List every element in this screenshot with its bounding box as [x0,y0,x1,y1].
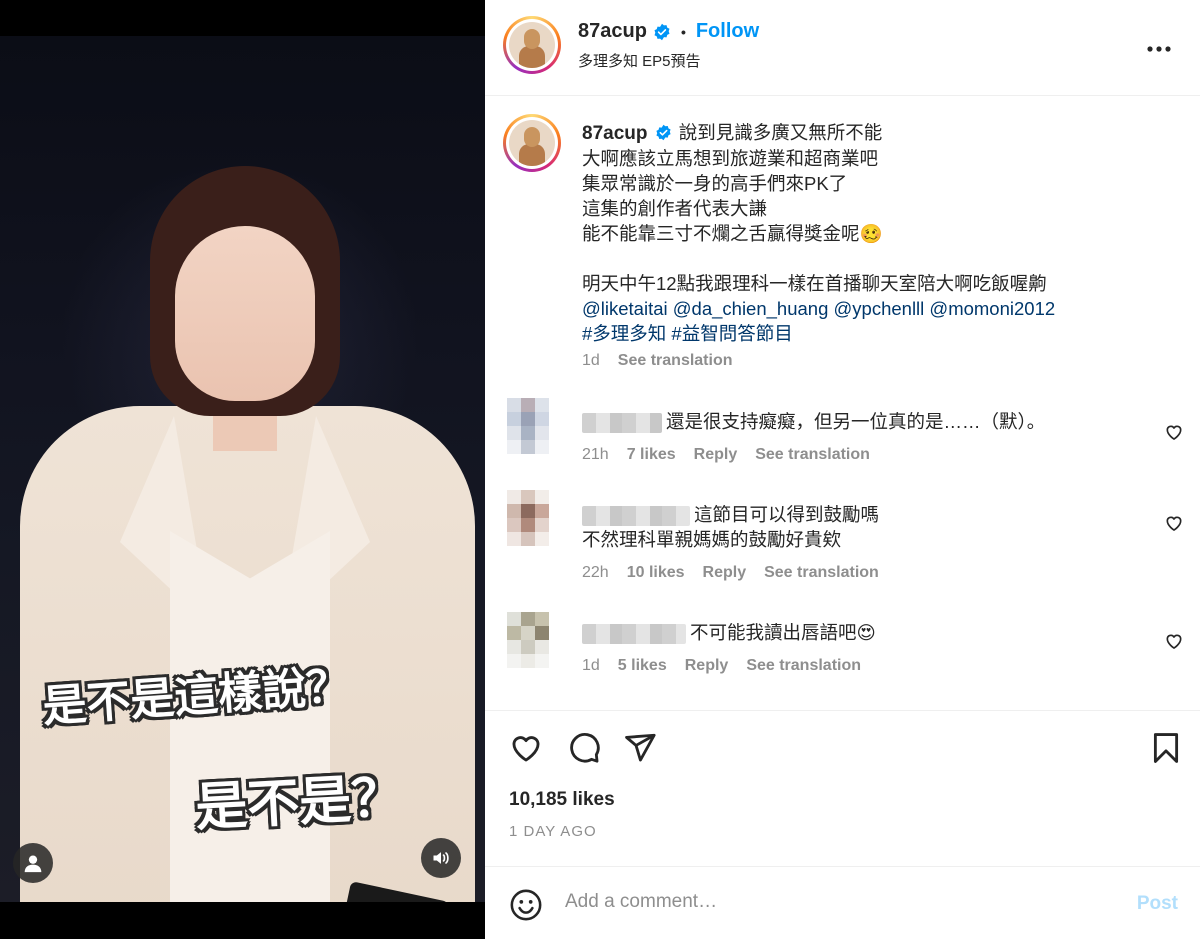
comment-text: 不可能我讀出唇語吧😍 [582,620,876,645]
caption-line-4: 這集的創作者代表大謙 [582,198,768,219]
caption-see-translation[interactable]: See translation [618,352,733,370]
commenter-avatar[interactable] [507,398,553,462]
post-audio-subtitle[interactable]: 多理多知 EP5預告 [578,50,701,71]
comment-like-heart-icon[interactable] [1164,631,1184,651]
speaker-icon [433,852,449,864]
commenter-avatar[interactable] [507,490,553,554]
comment-meta: 22h 10 likes Reply See translation [582,564,879,582]
more-options-button[interactable] [1146,33,1172,59]
caption-line-7: 明天中午12點我跟理科一樣在首播聊天室陪大啊吃飯喔齁 [582,273,1047,294]
author-avatar[interactable] [503,16,561,74]
comment-text: 還是很支持癡癡，但另一位真的是……（默）。 [582,409,1045,434]
comment-meta: 21h 7 likes Reply See translation [582,446,870,464]
comment-time[interactable]: 22h [582,564,609,582]
caption-line-2: 大啊應該立馬想到旅遊業和超商業吧 [582,148,879,169]
avatar-image [509,120,555,166]
commenter-avatar[interactable] [507,612,553,676]
comment-meta: 1d 5 likes Reply See translation [582,657,861,675]
comment-time[interactable]: 1d [582,657,600,675]
comment-input[interactable] [565,891,1085,913]
verified-badge-icon [654,23,670,40]
post-media[interactable]: 是不是這樣說？ 是不是？ [0,0,485,939]
caption-line-1: 說到見識多廣又無所不能 [678,122,883,143]
more-horizontal-icon [1147,46,1171,52]
commenter-username[interactable] [582,624,686,645]
presenter-face [175,226,315,401]
share-paper-plane-icon[interactable] [623,731,657,765]
comment-reply-button[interactable]: Reply [685,657,729,675]
comment-reply-button[interactable]: Reply [694,446,738,464]
audio-toggle-button[interactable] [421,838,461,878]
caption-time[interactable]: 1d [582,352,600,370]
comment-like-heart-icon[interactable] [1164,422,1184,442]
video-subtitle-2: 是不是？ [193,767,405,839]
likes-count[interactable]: 10,185 likes [509,789,615,811]
comment-see-translation[interactable]: See translation [755,446,870,464]
user-icon [24,855,42,873]
post-comment-button[interactable]: Post [1137,893,1178,915]
comment-see-translation[interactable]: See translation [746,657,861,675]
comment-text: 這節目可以得到鼓勵嗎 不然理科單親媽媽的鼓勵好貴欸 [582,504,880,550]
caption-line-3: 集眾常識於一身的高手們來PK了 [582,173,848,194]
caption-line-5: 能不能靠三寸不爛之舌贏得獎金呢🥴 [582,223,883,244]
like-heart-icon[interactable] [509,731,543,765]
author-username[interactable]: 87acup [578,20,647,43]
commenter-username[interactable] [582,413,662,434]
verified-badge-icon [656,124,671,141]
comment-reply-button[interactable]: Reply [703,564,747,582]
post-header: 87acup • Follow 多理多知 EP5預告 [485,0,1200,96]
caption-mentions[interactable]: @liketaitai @da_chien_huang @ypchenlll @… [582,296,1162,321]
caption-meta: 1d See translation [582,352,733,370]
avatar-image [509,22,555,68]
add-comment-bar: Post [485,866,1200,939]
comment-see-translation[interactable]: See translation [764,564,879,582]
caption-text: 87acup 說到見識多廣又無所不能 大啊應該立馬想到旅遊業和超商業吧 集眾常識… [582,120,1162,346]
comment-like-heart-icon[interactable] [1164,513,1184,533]
caption-author-avatar[interactable] [503,114,561,172]
author-name-row: 87acup • Follow [578,20,759,43]
comment-likes[interactable]: 7 likes [627,446,676,464]
follow-button[interactable]: Follow [696,20,759,43]
caption-hashtags[interactable]: #多理多知 #益智問答節目 [582,321,1162,346]
emoji-icon[interactable] [509,888,543,922]
comment-likes[interactable]: 5 likes [618,657,667,675]
save-bookmark-icon[interactable] [1149,731,1183,765]
post-details-panel: 87acup • Follow 多理多知 EP5預告 87acup 說到見識多廣… [485,0,1200,939]
comment-time[interactable]: 21h [582,446,609,464]
commenter-username[interactable] [582,506,690,527]
post-timestamp[interactable]: 1 DAY AGO [509,823,597,840]
tagged-users-button[interactable] [13,843,53,883]
comment-bubble-icon[interactable] [567,731,601,765]
comment-likes[interactable]: 10 likes [627,564,685,582]
separator-dot: • [680,23,686,40]
caption-username[interactable]: 87acup [582,123,647,144]
post-actions: 10,185 likes 1 DAY AGO [485,710,1200,890]
